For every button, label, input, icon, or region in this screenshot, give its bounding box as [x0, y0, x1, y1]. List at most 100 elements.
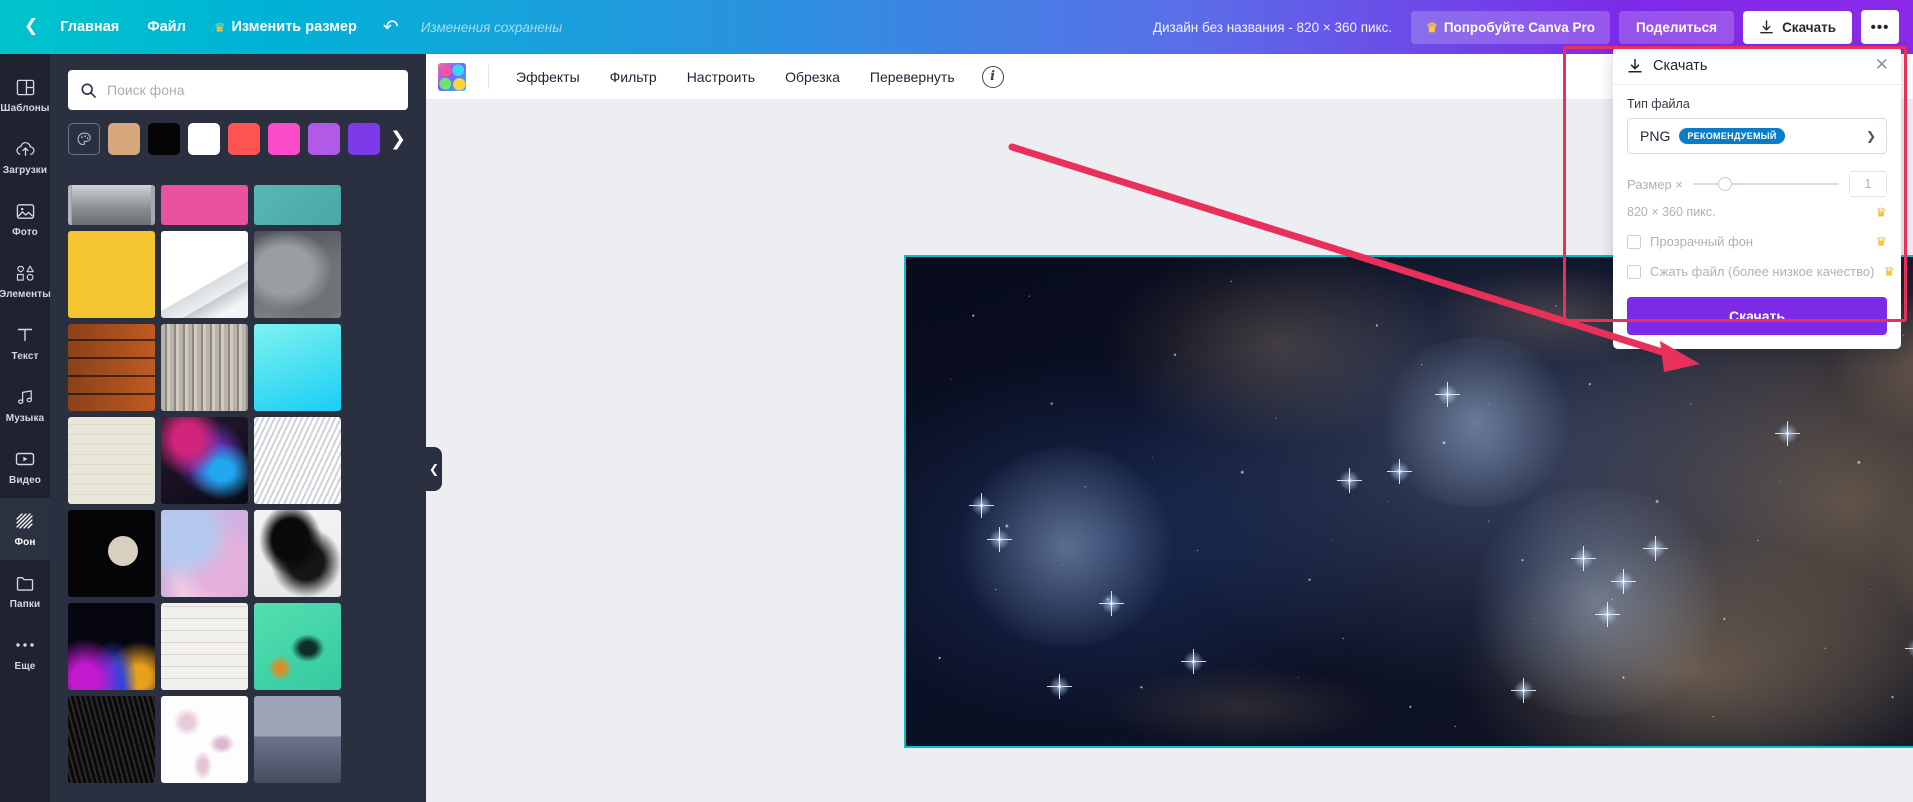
thumb-pink-clouds[interactable]: [161, 185, 248, 225]
thumb-blue-fog[interactable]: [254, 696, 341, 783]
bright-star-7: [1611, 569, 1636, 594]
size-slider[interactable]: [1692, 176, 1839, 192]
crown-icon: ♛: [1883, 264, 1896, 279]
download-submit-button[interactable]: Скачать: [1627, 297, 1887, 335]
chevron-down-icon: ❯: [1865, 129, 1876, 143]
sidebar-item-elements[interactable]: Элементы: [0, 250, 51, 312]
compress-file-label: Сжать файл (более низкое качество): [1650, 264, 1875, 279]
toolbar-filter-button[interactable]: Фильтр: [597, 62, 670, 92]
sidebar-item-folders[interactable]: Папки: [0, 560, 50, 622]
sidebar-item-text[interactable]: Текст: [0, 312, 50, 374]
compress-file-option[interactable]: Сжать файл (более низкое качество) ♛: [1627, 264, 1895, 279]
thumb-pink-blue-clouds[interactable]: [161, 510, 248, 597]
back-chevron-icon[interactable]: ❮: [16, 12, 46, 43]
thumb-fish-pattern[interactable]: [68, 417, 155, 504]
thumb-neon-branches[interactable]: [68, 603, 155, 690]
search-box[interactable]: [68, 70, 408, 110]
download-panel: Скачать ✕ Тип файла PNG РЕКОМЕНДУЕМЫЙ ❯ …: [1613, 47, 1901, 349]
download-arrow-icon: [1760, 19, 1773, 33]
design-title: Дизайн без названия - 820 × 360 пикс.: [1152, 19, 1393, 35]
thumb-space-nebula[interactable]: [161, 417, 248, 504]
thumb-cyan-gradient[interactable]: [254, 324, 341, 411]
saved-status-text: Изменения сохранены: [420, 19, 563, 35]
thumb-yellow-solid[interactable]: [68, 231, 155, 318]
sidebar-label-photos: Фото: [12, 227, 38, 238]
toolbar-adjust-button[interactable]: Настроить: [674, 62, 768, 92]
file-label: Файл: [147, 19, 186, 35]
thumb-black-ink[interactable]: [254, 510, 341, 597]
text-t-icon: [16, 324, 34, 346]
toolbar-effects-button[interactable]: Эффекты: [503, 62, 593, 92]
sidebar-item-video[interactable]: Видео: [0, 436, 50, 498]
bright-star-8: [1643, 536, 1668, 561]
sidebar-item-music[interactable]: Музыка: [0, 374, 50, 436]
sidebar-label-text: Текст: [11, 351, 39, 362]
file-type-label: Тип файла: [1627, 97, 1690, 111]
file-menu-item[interactable]: Файл: [133, 11, 200, 43]
compress-file-checkbox[interactable]: [1627, 264, 1641, 279]
download-panel-header: Скачать ✕: [1613, 47, 1901, 85]
crown-icon: ♛: [213, 19, 226, 35]
file-type-select[interactable]: PNG РЕКОМЕНДУЕМЫЙ ❯: [1627, 118, 1887, 154]
thumb-grey-wood[interactable]: [161, 324, 248, 411]
top-bar-left-group: ❮ Главная Файл ♛ Изменить размер ↶ Измен…: [0, 11, 562, 43]
sidebar-label-video: Видео: [9, 475, 41, 486]
thumb-crescent-moon[interactable]: [68, 510, 155, 597]
bright-star-3: [969, 493, 994, 518]
sidebar-item-more[interactable]: Еще: [0, 622, 50, 684]
image-thumbnail-icon[interactable]: [438, 62, 466, 91]
info-circle-icon[interactable]: i: [981, 65, 1004, 88]
sidebar-item-photos[interactable]: Фото: [0, 188, 50, 250]
thumb-white-ribbons[interactable]: [254, 417, 341, 504]
templates-grid-icon: [16, 76, 35, 98]
download-panel-body: Тип файла PNG РЕКОМЕНДУЕМЫЙ ❯ Размер × 1…: [1613, 85, 1901, 349]
crown-icon: ♛: [1875, 234, 1887, 249]
thumb-dark-fur[interactable]: [68, 696, 155, 783]
thumb-orange-wood[interactable]: [68, 324, 155, 411]
size-pixels-text: 820 × 360 пикс.: [1627, 205, 1716, 219]
swatch-pink[interactable]: [268, 123, 300, 155]
panel-collapse-handle[interactable]: ❮: [426, 447, 442, 491]
swatch-tan[interactable]: [108, 123, 140, 155]
swatch-black[interactable]: [148, 123, 180, 155]
color-picker-swatch[interactable]: [68, 123, 100, 155]
download-button[interactable]: Скачать: [1743, 10, 1852, 44]
thumb-grey-smoke[interactable]: [254, 231, 341, 318]
swatch-purple[interactable]: [308, 123, 340, 155]
swatch-next-chevron-icon[interactable]: ❯: [382, 123, 414, 155]
thumb-white-architecture[interactable]: [161, 231, 248, 318]
close-x-icon[interactable]: ✕: [1875, 57, 1889, 74]
swatch-white[interactable]: [188, 123, 220, 155]
thumb-city-bw[interactable]: [68, 185, 155, 225]
sidebar-item-background[interactable]: Фон: [0, 498, 50, 560]
thumb-white-brick[interactable]: [161, 603, 248, 690]
sidebar-item-uploads[interactable]: Загрузки: [0, 126, 50, 188]
size-label: Размер ×: [1627, 176, 1683, 192]
thumb-white-petals[interactable]: [161, 696, 248, 783]
transparent-background-checkbox[interactable]: [1627, 234, 1641, 249]
undo-arrow-icon[interactable]: ↶: [371, 12, 411, 42]
thumb-teal-solid[interactable]: [254, 185, 341, 225]
sidebar-item-templates[interactable]: Шаблоны: [0, 64, 50, 126]
search-input[interactable]: [107, 82, 396, 98]
try-canva-pro-button[interactable]: ♛ Попробуйте Canva Pro: [1411, 10, 1611, 44]
toolbar-crop-button[interactable]: Обрезка: [772, 62, 853, 92]
resize-menu-item[interactable]: ♛ Изменить размер: [200, 11, 371, 43]
recommended-badge: РЕКОМЕНДУЕМЫЙ: [1679, 128, 1785, 144]
folder-icon: [16, 572, 35, 594]
thumb-mint-heart[interactable]: [254, 603, 341, 690]
sidebar-label-uploads: Загрузки: [2, 165, 48, 176]
transparent-background-option[interactable]: Прозрачный фон ♛: [1627, 234, 1887, 249]
sidebar-label-more: Еще: [14, 661, 36, 672]
swatch-violet[interactable]: [348, 123, 380, 155]
slider-knob[interactable]: [1717, 177, 1732, 191]
bright-star-5: [1099, 591, 1124, 616]
home-label: Главная: [60, 19, 120, 35]
more-options-button[interactable]: •••: [1861, 10, 1899, 44]
home-menu-item[interactable]: Главная: [46, 11, 133, 43]
size-value-field[interactable]: 1: [1849, 171, 1887, 197]
swatch-red[interactable]: [228, 123, 260, 155]
share-button[interactable]: Поделиться: [1619, 10, 1735, 44]
toolbar-flip-button[interactable]: Перевернуть: [857, 62, 968, 92]
background-thumbnail-grid: [50, 185, 426, 802]
